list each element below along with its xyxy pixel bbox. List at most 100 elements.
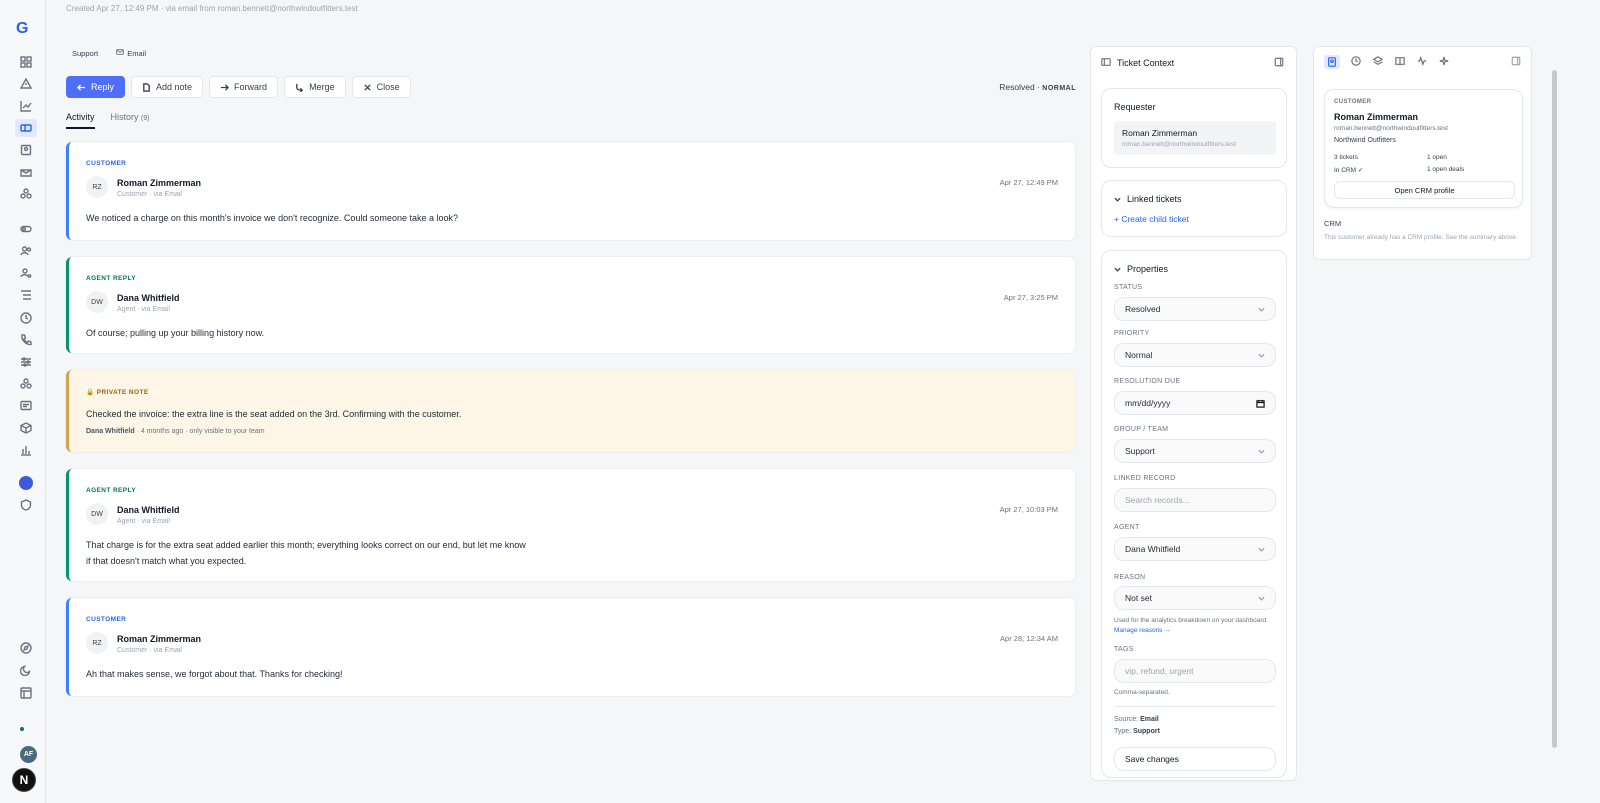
workspace-avatar[interactable]: N bbox=[12, 768, 36, 792]
crm-open-deals: 1 open deals bbox=[1427, 166, 1465, 173]
forward-button[interactable]: Forward bbox=[209, 76, 279, 98]
avatar: RZ bbox=[86, 176, 108, 198]
collapse-panel-icon[interactable] bbox=[1511, 56, 1521, 68]
package-icon[interactable] bbox=[19, 421, 33, 435]
crm-section-label: CRM bbox=[1324, 219, 1342, 228]
open-crm-profile-button[interactable]: Open CRM profile bbox=[1334, 181, 1515, 199]
user-settings-icon[interactable] bbox=[19, 266, 33, 280]
layers-icon[interactable] bbox=[1372, 55, 1384, 67]
integrations-icon[interactable] bbox=[19, 187, 33, 201]
chevron-down-icon bbox=[1114, 197, 1121, 202]
crm-company: Northwind Outfitters bbox=[1334, 137, 1396, 144]
contact-card-icon[interactable] bbox=[1324, 55, 1340, 69]
scrollbar[interactable] bbox=[1552, 70, 1557, 748]
close-button[interactable]: Close bbox=[351, 76, 411, 98]
reply-button[interactable]: Reply bbox=[66, 76, 126, 98]
requester-box[interactable]: Roman Zimmerman roman.bennett@northwindo… bbox=[1114, 121, 1276, 155]
tickets-icon[interactable] bbox=[15, 119, 37, 137]
save-changes-button[interactable]: Save changes bbox=[1114, 747, 1276, 771]
add-note-button[interactable]: Add note bbox=[131, 76, 204, 98]
ticket-tags: Support Email bbox=[66, 46, 152, 60]
dashboard-icon[interactable] bbox=[19, 55, 33, 69]
message-time: Apr 27, 3:25 PM bbox=[1003, 293, 1058, 302]
app-frame: G AF N Created Apr 27, 12:49 PM · via em… bbox=[0, 0, 1600, 803]
app-logo[interactable]: G bbox=[16, 20, 36, 40]
manage-reasons-link[interactable]: Manage reasons → bbox=[1114, 627, 1171, 634]
sparkles-icon[interactable] bbox=[1438, 55, 1450, 67]
tags-input[interactable]: vip, refund, urgent bbox=[1114, 659, 1276, 683]
activity-icon[interactable] bbox=[1416, 55, 1428, 67]
requester-email: roman.bennett@northwindoutfitters.test bbox=[1122, 141, 1236, 148]
arrow-right-icon bbox=[220, 83, 230, 91]
message-customer: CUSTOMER RZ Roman Zimmerman Customer · v… bbox=[66, 598, 1075, 696]
sender-meta: Agent · via Email bbox=[117, 306, 170, 313]
linked-record-label: LINKED RECORD bbox=[1114, 475, 1176, 482]
create-child-ticket-link[interactable]: + Create child ticket bbox=[1114, 214, 1189, 224]
list-icon[interactable] bbox=[19, 288, 33, 302]
moon-icon[interactable] bbox=[19, 663, 33, 677]
ticket-tabs: Activity History (9) bbox=[66, 112, 150, 129]
toggle-icon[interactable] bbox=[19, 222, 33, 236]
tab-history[interactable]: History (9) bbox=[111, 112, 150, 129]
layout-icon[interactable] bbox=[19, 686, 33, 700]
type-line: Type: Support bbox=[1114, 728, 1160, 735]
book-icon[interactable] bbox=[1394, 55, 1406, 67]
clock-icon[interactable] bbox=[19, 311, 33, 325]
user-avatar[interactable]: AF bbox=[20, 746, 37, 763]
sender-name: Dana Whitfield bbox=[117, 293, 180, 303]
crm-kind: CUSTOMER bbox=[1334, 99, 1372, 105]
resolution-due-input[interactable]: mm/dd/yyyy bbox=[1114, 391, 1276, 415]
sender-meta: Customer · via Email bbox=[117, 647, 182, 654]
linked-tickets-card: Linked tickets + Create child ticket bbox=[1101, 180, 1287, 237]
chevron-down-icon bbox=[1258, 596, 1265, 601]
crm-tabs bbox=[1324, 55, 1450, 69]
inbox-icon[interactable] bbox=[19, 165, 33, 179]
linked-record-input[interactable]: Search records... bbox=[1114, 488, 1276, 512]
properties-toggle[interactable]: Properties bbox=[1114, 264, 1168, 274]
note-icon bbox=[143, 82, 150, 92]
group-tag: Support bbox=[72, 48, 99, 58]
private-note: 🔒 PRIVATE NOTE Checked the invoice: the … bbox=[66, 370, 1075, 452]
chart-icon[interactable] bbox=[19, 99, 33, 113]
status-indicator[interactable] bbox=[19, 476, 33, 490]
status-text: Resolved bbox=[999, 82, 1035, 92]
ticket-status: Resolved · NORMAL bbox=[999, 82, 1076, 92]
tab-activity[interactable]: Activity bbox=[66, 112, 95, 129]
history-icon[interactable] bbox=[1350, 55, 1362, 67]
phone-icon[interactable] bbox=[19, 333, 33, 347]
contacts-icon[interactable] bbox=[19, 143, 33, 157]
shield-icon[interactable] bbox=[19, 498, 33, 512]
reason-label: REASON bbox=[1114, 574, 1146, 581]
status-label: STATUS bbox=[1114, 284, 1143, 291]
reply-icon bbox=[77, 83, 86, 91]
avatar: DW bbox=[86, 291, 108, 313]
compass-icon[interactable] bbox=[19, 641, 33, 655]
message-time: Apr 28, 12:34 AM bbox=[1000, 634, 1058, 643]
linked-tickets-toggle[interactable]: Linked tickets bbox=[1114, 194, 1182, 204]
message-agent-reply: AGENT REPLY DW Dana Whitfield Agent · vi… bbox=[66, 469, 1075, 581]
reports-icon[interactable] bbox=[19, 443, 33, 457]
message-kind: 🔒 PRIVATE NOTE bbox=[86, 389, 149, 396]
note-meta: Dana Whitfield · 4 months ago · only vis… bbox=[86, 428, 265, 435]
tags-label: TAGS bbox=[1114, 646, 1134, 653]
users-icon[interactable] bbox=[19, 244, 33, 258]
chevron-down-icon bbox=[1258, 449, 1265, 454]
close-icon bbox=[363, 83, 371, 91]
calendar-icon bbox=[1256, 399, 1265, 408]
merge-button[interactable]: Merge bbox=[284, 76, 346, 98]
sliders-icon[interactable] bbox=[19, 355, 33, 369]
crm-email: roman.bennett@northwindoutfitters.test bbox=[1334, 125, 1448, 132]
collapse-panel-icon[interactable] bbox=[1274, 57, 1284, 69]
messages-icon[interactable] bbox=[19, 399, 33, 413]
workflows-icon[interactable] bbox=[19, 377, 33, 391]
divider bbox=[1114, 706, 1276, 707]
group-select[interactable]: Support bbox=[1114, 439, 1276, 463]
reason-select[interactable]: Not set bbox=[1114, 586, 1276, 610]
chevron-down-icon bbox=[1114, 267, 1121, 272]
properties-card: Properties STATUS Resolved PRIORITY Norm… bbox=[1101, 250, 1287, 778]
priority-select[interactable]: Normal bbox=[1114, 343, 1276, 367]
alert-icon[interactable] bbox=[19, 77, 33, 91]
status-select[interactable]: Resolved bbox=[1114, 297, 1276, 321]
context-header: Ticket Context bbox=[1101, 57, 1174, 69]
agent-select[interactable]: Dana Whitfield bbox=[1114, 537, 1276, 561]
